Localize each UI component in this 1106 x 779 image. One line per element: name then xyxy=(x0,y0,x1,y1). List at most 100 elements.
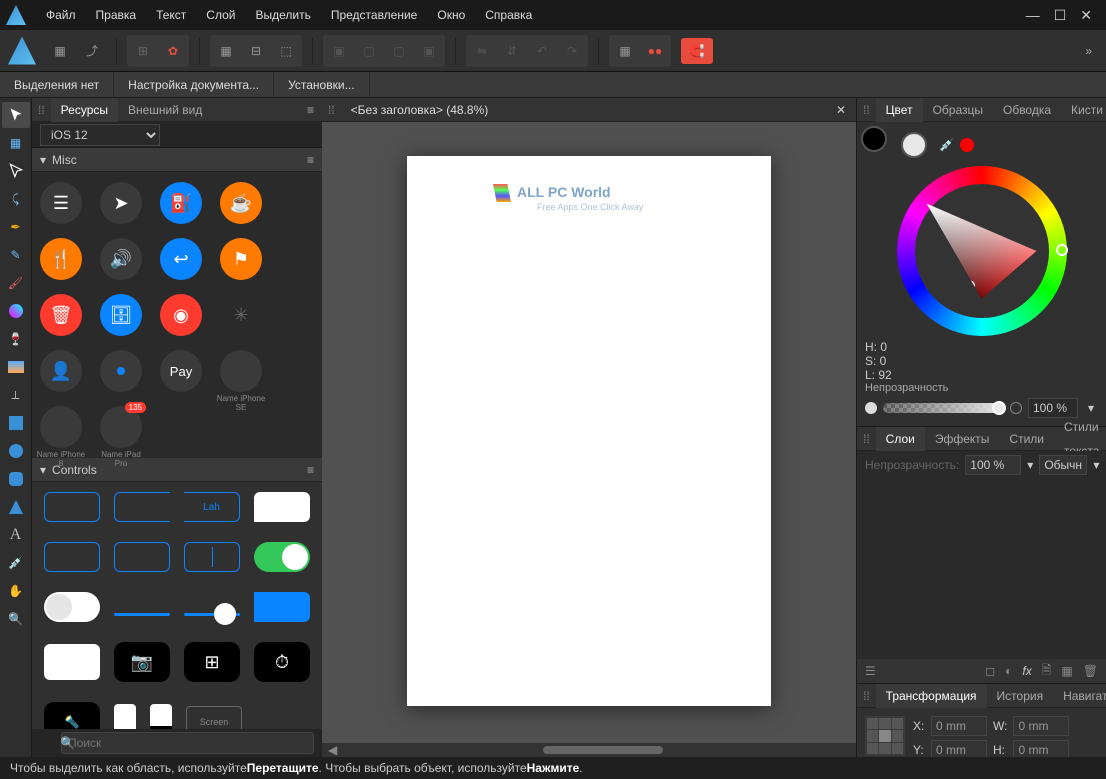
tab-transform[interactable]: Трансформация xyxy=(876,684,987,708)
asset-flag-icon[interactable]: ⚑ xyxy=(220,238,262,280)
adjustment-layer-button[interactable]: ◐ xyxy=(1005,664,1012,678)
tab-navigator[interactable]: Навигатор xyxy=(1053,684,1106,708)
show-grid-button[interactable]: ▦ xyxy=(212,37,240,65)
rotate-cw-button[interactable]: ↷ xyxy=(558,37,586,65)
insert-target-button[interactable]: ⊞ xyxy=(129,37,157,65)
delete-layer-button[interactable]: 🗑 xyxy=(1083,664,1098,678)
asset-location-icon[interactable]: ➤ xyxy=(100,182,142,224)
brush-tool[interactable]: 🖌 xyxy=(2,270,30,296)
x-input[interactable] xyxy=(931,716,987,736)
opacity-handle[interactable] xyxy=(992,401,1006,415)
ctrl-slider[interactable] xyxy=(184,613,240,616)
menu-layer[interactable]: Слой xyxy=(196,0,245,30)
ctrl-stepper[interactable] xyxy=(184,542,240,572)
move-back-button[interactable]: ▣ xyxy=(325,37,353,65)
persona-export-button[interactable]: ⤴ xyxy=(78,37,106,65)
tab-stroke[interactable]: Обводка xyxy=(993,98,1061,122)
menu-view[interactable]: Представление xyxy=(321,0,428,30)
asset-iphone-se[interactable]: Name iPhone SE xyxy=(220,350,262,392)
w-input[interactable] xyxy=(1013,716,1069,736)
ctrl-segment-left[interactable] xyxy=(114,492,170,522)
insert-symbol-button[interactable]: ✿ xyxy=(159,37,187,65)
mask-layer-button[interactable]: ◻ xyxy=(985,664,995,678)
tab-styles[interactable]: Стили xyxy=(999,427,1054,451)
close-button[interactable]: ✕ xyxy=(1080,7,1092,24)
layer-opacity-dropdown[interactable]: ▾ xyxy=(1027,458,1033,472)
artboard-tool[interactable]: ▦ xyxy=(2,130,30,156)
asset-avatar-icon[interactable]: 👤 xyxy=(40,350,82,392)
minimize-button[interactable]: — xyxy=(1026,7,1040,24)
ctrl-calculator-icon[interactable]: ⊞ xyxy=(184,642,240,682)
add-pixel-layer-button[interactable]: 🗎 xyxy=(1042,661,1052,682)
category-controls-options[interactable]: ≡ xyxy=(307,463,314,477)
document-tab[interactable]: <Без заголовка> (48.8%) xyxy=(341,103,499,117)
opacity-slider[interactable] xyxy=(883,403,1004,413)
ctrl-camera-icon[interactable]: 📷 xyxy=(114,642,170,682)
tab-brushes[interactable]: Кисти xyxy=(1061,98,1106,122)
tab-appearance[interactable]: Внешний вид xyxy=(118,98,212,122)
fill-swatch[interactable] xyxy=(861,126,887,152)
rectangle-tool[interactable] xyxy=(2,410,30,436)
asset-fuel-icon[interactable]: ⛽ xyxy=(160,182,202,224)
crop-tool[interactable]: ⟂ xyxy=(2,382,30,408)
viewport[interactable]: ALL PC World Free Apps One Click Away xyxy=(322,122,856,743)
asset-spinner-icon[interactable]: ✳ xyxy=(220,294,262,336)
tab-effects[interactable]: Эффекты xyxy=(925,427,1000,451)
left-panel-options[interactable]: ≡ xyxy=(299,103,322,117)
asset-reply-icon[interactable]: ↩ xyxy=(160,238,202,280)
hue-cursor[interactable] xyxy=(1056,244,1068,256)
stroke-swatch[interactable] xyxy=(901,132,927,158)
persona-designer-button[interactable]: ▦ xyxy=(46,37,74,65)
ctrl-tab-shape[interactable] xyxy=(254,592,310,622)
category-misc-header[interactable]: ▾Misc ≡ xyxy=(32,148,322,172)
asset-radio-icon[interactable] xyxy=(100,350,142,392)
distribute-button[interactable]: ●● xyxy=(641,37,669,65)
opacity-dropdown[interactable]: ▾ xyxy=(1084,401,1098,415)
h-input[interactable] xyxy=(1013,740,1069,757)
layer-blend-input[interactable] xyxy=(1039,455,1087,475)
asset-food-icon[interactable]: 🍴 xyxy=(40,238,82,280)
asset-applepay-icon[interactable]: Pay xyxy=(160,350,202,392)
move-backward-button[interactable]: ▢ xyxy=(355,37,383,65)
asset-set-dropdown[interactable]: iOS 12 xyxy=(40,124,160,146)
asset-search-input[interactable] xyxy=(61,732,314,754)
pen-tool[interactable]: ✒ xyxy=(2,214,30,240)
align-button[interactable]: ▦ xyxy=(611,37,639,65)
ctrl-bar-2[interactable] xyxy=(150,704,172,729)
ctrl-slider-track[interactable] xyxy=(114,613,170,616)
asset-sound-icon[interactable]: 🔊 xyxy=(100,238,142,280)
ctrl-popover[interactable] xyxy=(254,492,310,522)
ctrl-segment-right[interactable]: Lah xyxy=(184,492,240,522)
triangle-tool[interactable] xyxy=(2,494,30,520)
rounded-rect-tool[interactable] xyxy=(2,466,30,492)
ctrl-card[interactable] xyxy=(44,644,100,680)
fx-button[interactable]: fx xyxy=(1022,664,1031,678)
y-input[interactable] xyxy=(931,740,987,757)
snapping-toggle[interactable]: 🧲 xyxy=(681,38,713,64)
color-wheel[interactable] xyxy=(897,166,1067,336)
layer-stack-icon[interactable]: ☰ xyxy=(865,664,876,678)
flip-horizontal-button[interactable]: ⇋ xyxy=(468,37,496,65)
menu-window[interactable]: Окно xyxy=(427,0,475,30)
ctrl-flashlight-icon[interactable]: 🔦 xyxy=(44,702,100,729)
tab-history[interactable]: История xyxy=(987,684,1054,708)
menu-edit[interactable]: Правка xyxy=(86,0,147,30)
layer-blend-dropdown[interactable]: ▾ xyxy=(1093,458,1099,472)
ctrl-switch-on[interactable] xyxy=(254,542,310,572)
menu-help[interactable]: Справка xyxy=(475,0,542,30)
fill-tool[interactable] xyxy=(2,298,30,324)
rotate-ccw-button[interactable]: ↶ xyxy=(528,37,556,65)
tab-layers[interactable]: Слои xyxy=(876,427,925,451)
tab-swatches[interactable]: Образцы xyxy=(923,98,993,122)
document-setup-button[interactable]: Настройка документа... xyxy=(114,72,274,98)
toolbar-overflow[interactable]: » xyxy=(1079,44,1098,58)
text-tool[interactable]: A xyxy=(2,522,30,548)
move-front-button[interactable]: ▣ xyxy=(415,37,443,65)
ctrl-timer-icon[interactable]: ⏱ xyxy=(254,642,310,682)
ctrl-field-2[interactable] xyxy=(114,542,170,572)
asset-coffee-icon[interactable]: ☕ xyxy=(220,182,262,224)
canvas-page[interactable]: ALL PC World Free Apps One Click Away xyxy=(407,156,771,706)
corner-tool[interactable]: ⤹ xyxy=(2,186,30,212)
color-sample[interactable] xyxy=(960,138,974,152)
menu-file[interactable]: Файл xyxy=(36,0,86,30)
